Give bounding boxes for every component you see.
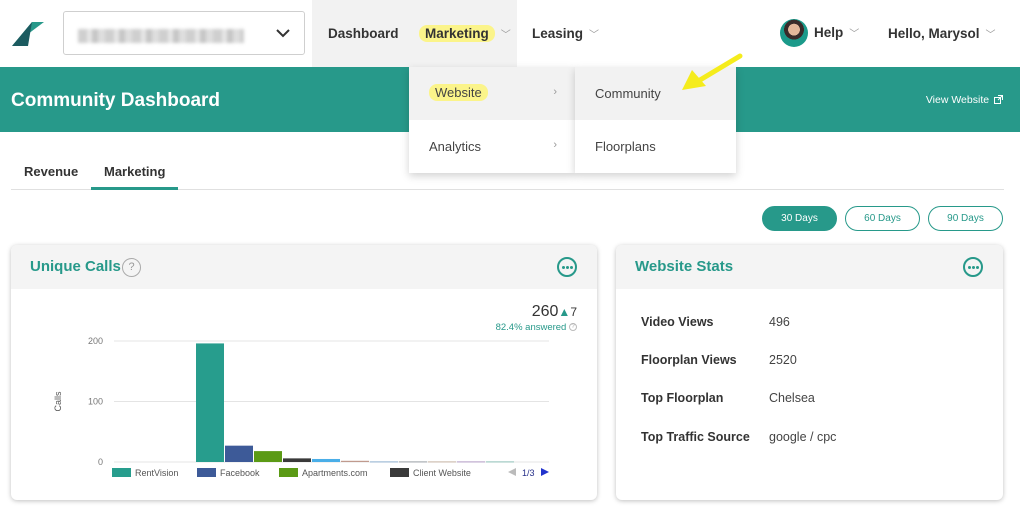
menu-item-label: Community [595,86,661,101]
view-website-label: View Website [925,94,990,106]
y-tick-label: 100 [88,397,103,407]
top-nav: Dashboard Marketing ﹀ Leasing ﹀ Help ﹀ Hell… [0,0,1020,67]
tab-revenue[interactable]: Revenue [24,164,78,179]
y-tick-label: 0 [98,457,103,467]
chevron-down-icon: ﹀ [500,30,511,41]
property-name-redacted [78,29,244,43]
avatar[interactable] [780,19,808,47]
brand-logo-icon[interactable] [10,20,46,48]
legend-next-icon [541,468,549,476]
chart-bar [370,461,398,463]
chart-bar [341,460,369,462]
nav-dashboard[interactable]: Dashboard [328,26,399,41]
chart-bar [283,458,311,462]
nav-dashboard-label: Dashboard [328,26,399,41]
more-options-icon[interactable] [963,257,983,277]
chevron-down-icon: ﹀ [849,29,860,40]
chart-bar [312,458,340,462]
legend-label: Apartments.com [302,468,368,478]
card-title: Website Stats [635,258,734,275]
menu-item-label: Analytics [429,139,482,154]
website-stats-card: Website Stats Video Views 496 Floorplan … [616,245,1003,500]
nav-leasing[interactable]: Leasing ﹀ [532,26,599,41]
chevron-down-icon: ﹀ [589,30,600,41]
pointer-arrow-icon [682,53,743,90]
stat-label: Top Traffic Source [641,430,750,444]
stat-value: google / cpc [769,430,837,444]
menu-item-label: Website [429,84,488,101]
tab-marketing[interactable]: Marketing [91,164,179,190]
y-tick-label: 200 [88,336,103,346]
external-link-icon [994,95,1003,104]
menu-item-label: Floorplans [595,139,656,154]
chart-bar [254,451,282,462]
menu-item-website[interactable]: Website › [409,67,575,120]
legend-swatch [112,468,131,477]
legend-swatch [390,468,409,477]
chevron-down-icon: ﹀ [985,30,996,41]
chevron-right-icon: › [553,139,557,151]
stat-label: Video Views [641,315,714,329]
legend-prev-icon [508,468,516,476]
menu-item-analytics[interactable]: Analytics › [409,120,575,173]
filter-30-days[interactable]: 30 Days [762,206,837,231]
nav-leasing-label: Leasing [532,26,584,41]
stat-value: 2520 [769,353,797,367]
help-menu[interactable]: Help ﹀ [814,25,859,40]
nav-marketing-label: Marketing [419,25,495,42]
legend-page: 1/3 [522,468,535,478]
view-website-link[interactable]: View Website [926,94,1003,106]
card-header: Website Stats [616,245,1003,289]
user-menu[interactable]: Hello, Marysol ﹀ [888,26,996,41]
chevron-down-icon [276,29,290,38]
stat-value: 496 [769,315,790,329]
page-title: Community Dashboard [11,90,221,111]
chevron-right-icon: › [553,86,557,98]
y-axis-label: Calls [53,391,63,412]
chart-bar [399,461,427,463]
legend-label: Client Website [413,468,471,478]
unique-calls-card: Unique Calls ? 260▲7 82.4% answered ? 01… [11,245,597,500]
chart-bar [225,445,253,462]
filter-60-days[interactable]: 60 Days [845,206,920,231]
calls-bar-chart: 0 100 200 Calls RentVision Facebook Apartments… [53,336,549,478]
legend-swatch [279,468,298,477]
property-select[interactable] [63,11,305,55]
marketing-dropdown: Website › Analytics › [409,67,575,173]
stat-label: Top Floorplan [641,391,724,405]
chart-bar [428,461,456,463]
nav-marketing[interactable]: Marketing ﹀ [419,25,511,42]
legend-label: Facebook [220,468,260,478]
help-label: Help [814,25,844,40]
user-greeting: Hello, Marysol [888,26,980,41]
legend-label: RentVision [135,468,178,478]
chart-bar [457,461,485,463]
filter-90-days[interactable]: 90 Days [928,206,1003,231]
chart-bar [486,461,514,463]
chart-bar [196,343,224,462]
legend-swatch [197,468,216,477]
stat-value: Chelsea [769,391,815,405]
menu-item-floorplans[interactable]: Floorplans [575,120,736,173]
stat-label: Floorplan Views [641,353,737,367]
